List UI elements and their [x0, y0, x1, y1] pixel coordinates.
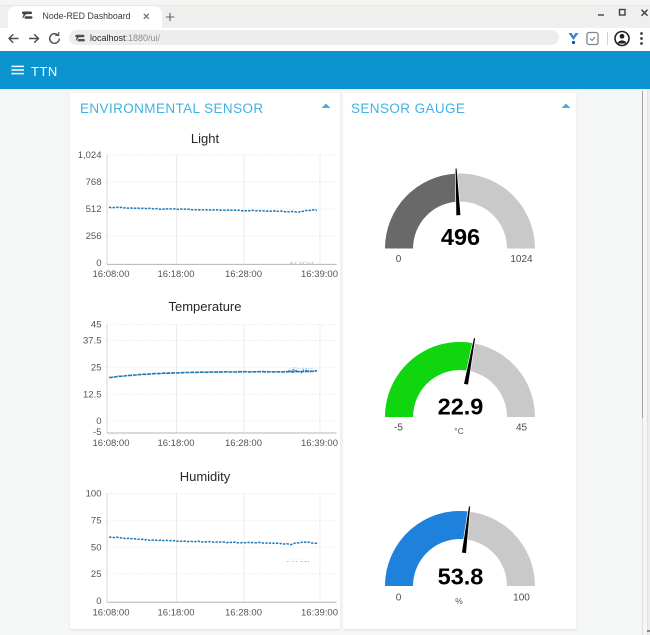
- svg-text:37.5: 37.5: [83, 336, 102, 347]
- svg-text:256: 256: [86, 231, 102, 242]
- svg-text:•·¯•··•¯·•·-•·•: •·¯•··•¯·•·-•·•: [287, 559, 310, 564]
- svg-text:100: 100: [513, 593, 530, 604]
- svg-text:16:08:00: 16:08:00: [93, 269, 130, 280]
- svg-text:25: 25: [91, 569, 102, 580]
- svg-text:°C: °C: [454, 426, 464, 436]
- svg-text:16:08:00: 16:08:00: [93, 608, 130, 619]
- svg-text:16:39:00: 16:39:00: [301, 269, 338, 280]
- svg-text:16:28:00: 16:28:00: [225, 269, 262, 280]
- svg-text:16:39:00: 16:39:00: [301, 438, 338, 449]
- svg-text:25: 25: [91, 363, 102, 374]
- svg-text:75: 75: [91, 516, 102, 527]
- svg-text:-5: -5: [394, 423, 403, 434]
- svg-text:0: 0: [96, 258, 101, 269]
- svg-text:512: 512: [86, 204, 102, 215]
- svg-text:16:18:00: 16:18:00: [158, 608, 195, 619]
- svg-text:50: 50: [91, 542, 102, 553]
- svg-text:45: 45: [516, 423, 528, 434]
- svg-text:16:28:00: 16:28:00: [225, 438, 262, 449]
- svg-text:16:08:00: 16:08:00: [93, 438, 130, 449]
- svg-text:1,024: 1,024: [78, 150, 102, 161]
- svg-text:12.5: 12.5: [83, 389, 102, 400]
- svg-text:0: 0: [396, 254, 402, 265]
- svg-text:1024: 1024: [510, 254, 533, 265]
- svg-text:22.9: 22.9: [438, 393, 484, 419]
- svg-text:%: %: [455, 596, 463, 606]
- svg-text:496: 496: [441, 224, 480, 250]
- svg-text:0: 0: [396, 593, 402, 604]
- svg-text:16:18:00: 16:18:00: [158, 438, 195, 449]
- svg-text:16:18:00: 16:18:00: [158, 269, 195, 280]
- svg-text:16:39:00: 16:39:00: [301, 608, 338, 619]
- svg-text:16:28:00: 16:28:00: [225, 608, 262, 619]
- svg-text:0: 0: [96, 596, 101, 607]
- svg-text:100: 100: [86, 489, 102, 500]
- svg-text:768: 768: [86, 177, 102, 188]
- svg-text:4-·•·¯•·•¯·•-·•·: 4-·•·¯•·•¯·•-·•·: [290, 260, 314, 265]
- svg-text:-5: -5: [93, 427, 101, 438]
- svg-text:0: 0: [96, 416, 101, 427]
- svg-text:45: 45: [91, 320, 102, 331]
- svg-text:53.8: 53.8: [438, 563, 484, 589]
